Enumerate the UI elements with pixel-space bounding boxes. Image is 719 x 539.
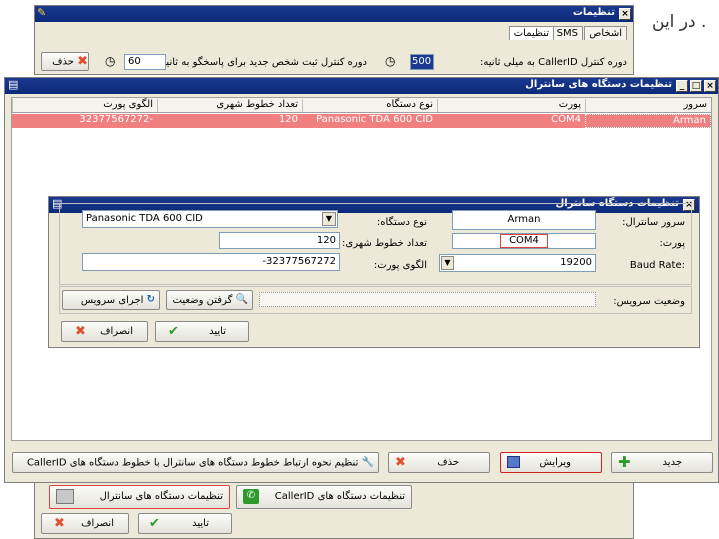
chevron-down-icon: ▼ (322, 212, 336, 226)
settings-window: ✎ × تنظیمات اشخاص SMS تنظیمات دوره کنترل… (34, 5, 634, 75)
minimize-icon[interactable]: _ (676, 80, 688, 92)
settings-close-icon[interactable]: × (619, 8, 631, 20)
magnifier-icon: 🔍 (235, 294, 248, 305)
server-label: سرور سانترال: (622, 217, 685, 228)
register-period-input[interactable]: 60 (124, 54, 166, 70)
col-lines[interactable]: تعداد خطوط شهری (157, 99, 302, 112)
tab-settings[interactable]: تنظیمات (508, 26, 554, 40)
maximize-icon[interactable]: □ (690, 80, 702, 92)
lines-input[interactable]: 120 (219, 232, 340, 249)
new-button[interactable]: جدید ✚ (611, 452, 713, 473)
register-period-label: دوره کنترل ثبت شخص جدید برای پاسخگو به ث… (157, 57, 367, 68)
service-status-field (259, 292, 596, 307)
cell-lines: 120 (278, 114, 298, 125)
dialog-cancel-button[interactable]: انصراف ✖ (61, 321, 148, 342)
bottom-panel: تنظیمات دستگاه های سانترال تنظیمات دستگا… (34, 483, 634, 539)
service-status-label: وضعیت سرویس: (613, 296, 685, 307)
edit-icon (507, 456, 520, 468)
dialog-ok-button[interactable]: تایید ✔ (155, 321, 249, 342)
col-pattern[interactable]: الگوی پورت (12, 99, 157, 112)
clock-icon: ◷ (105, 54, 116, 68)
table-row[interactable]: Arman COM4 Panasonic TDA 600 CID 120 323… (12, 114, 711, 128)
get-status-button[interactable]: 🔍 گرفتن وضعیت (166, 290, 253, 310)
delete-icon: ✖ (77, 54, 88, 69)
line-mapping-button[interactable]: 🔧 تنظیم نحوه ارتباط خطوط دستگاه های سانت… (12, 452, 379, 473)
col-device-type[interactable]: نوع دستگاه (302, 99, 437, 112)
app-icon: ▤ (8, 78, 19, 91)
pattern-input[interactable]: -32377567272 (82, 253, 340, 271)
server-input[interactable]: Arman (452, 210, 596, 230)
cancel-icon: ✖ (54, 516, 65, 531)
close-icon[interactable]: × (704, 80, 716, 92)
port-value: COM4 (500, 234, 548, 248)
central-devices-button[interactable]: تنظیمات دستگاه های سانترال (49, 485, 230, 509)
wrench-icon: 🔧 (361, 457, 374, 468)
cell-server: Arman (585, 114, 711, 128)
callerid-period-label: دوره کنترل CallerID به میلی ثانیه: (480, 57, 627, 68)
settings-titlebar: ✎ × تنظیمات (35, 6, 633, 22)
pattern-label: الگوی پورت: (373, 260, 427, 271)
background-text: . در این (652, 12, 707, 32)
settings-title: تنظیمات (572, 7, 615, 18)
ok-button[interactable]: تایید ✔ (138, 513, 232, 534)
settings-delete-button[interactable]: ✖ حذف (41, 52, 89, 71)
callerid-devices-button[interactable]: تنظیمات دستگاه های CallerID ✆ (236, 485, 412, 509)
delete-button[interactable]: حذف ✖ (388, 452, 490, 473)
baud-rate-select[interactable]: 19200 ▼ (439, 254, 596, 272)
device-dialog: ▤ × تنظیمات دستگاه سانترال سرور سانترال:… (48, 196, 700, 348)
device-type-label: نوع دستگاه: (376, 217, 427, 228)
callerid-period-input[interactable]: 500 (410, 54, 434, 70)
lines-label: تعداد خطوط شهری: (342, 238, 427, 249)
port-input[interactable]: COM4 (452, 233, 596, 249)
col-port[interactable]: پورت (437, 99, 585, 112)
chevron-down-icon: ▼ (441, 256, 454, 270)
port-label: پورت: (659, 238, 685, 249)
baud-rate-label: :Baud Rate (629, 260, 685, 271)
cancel-icon: ✖ (75, 324, 86, 339)
clock-icon: ◷ (385, 54, 396, 68)
cancel-button[interactable]: انصراف ✖ (41, 513, 129, 534)
device-type-select[interactable]: Panasonic TDA 600 CID ▼ (82, 210, 338, 228)
cell-device-type: Panasonic TDA 600 CID (316, 114, 433, 125)
app-icon: ✎ (37, 6, 47, 19)
phone-icon: ✆ (243, 489, 259, 504)
checkmark-icon: ✔ (168, 324, 179, 339)
tab-sms[interactable]: SMS (551, 26, 583, 40)
grid-header: سرور پورت نوع دستگاه تعداد خطوط شهری الگ… (12, 98, 711, 113)
baud-rate-value: 19200 (560, 257, 592, 268)
central-list-title: تنظیمات دستگاه های سانترال (525, 79, 672, 90)
checkmark-icon: ✔ (149, 516, 160, 531)
cell-port: COM4 (551, 114, 581, 125)
run-service-button[interactable]: ↻ اجرای سرویس (62, 290, 160, 310)
fax-icon (56, 489, 74, 504)
col-server[interactable]: سرور (585, 99, 711, 112)
central-list-titlebar: ▤ × □ _ تنظیمات دستگاه های سانترال (5, 78, 718, 94)
device-type-value: Panasonic TDA 600 CID (86, 213, 203, 224)
edit-button[interactable]: ویرایش (500, 452, 602, 473)
delete-icon: ✖ (395, 455, 406, 470)
tab-people[interactable]: اشخاص (584, 26, 627, 40)
cell-pattern: 32377567272- (79, 114, 153, 125)
refresh-icon: ↻ (146, 294, 155, 305)
plus-icon: ✚ (618, 453, 631, 471)
